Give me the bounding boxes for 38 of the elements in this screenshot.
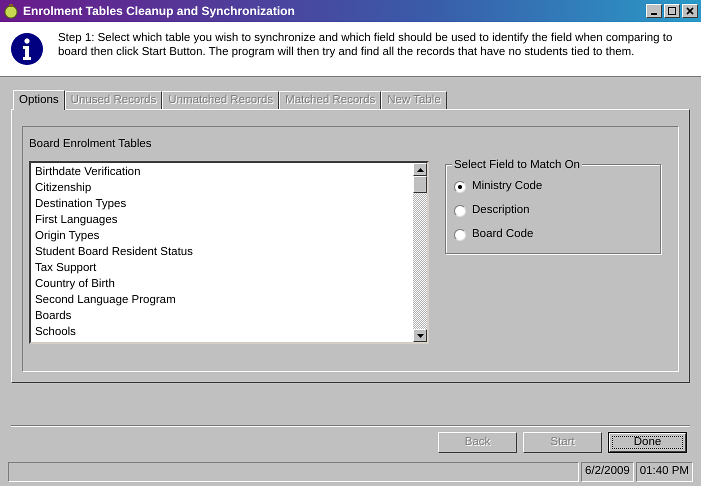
list-item[interactable]: Citizenship <box>35 180 413 196</box>
list-item[interactable]: Destination Types <box>35 196 413 212</box>
radio-option[interactable]: Board Code <box>454 227 660 243</box>
radio-button[interactable] <box>454 181 466 193</box>
list-item[interactable]: Second Language Program <box>35 292 413 308</box>
app-icon <box>3 3 19 19</box>
tab[interactable]: Options <box>13 90 65 110</box>
down-arrow-icon <box>416 334 424 338</box>
info-icon <box>10 32 44 66</box>
close-button[interactable] <box>682 4 698 18</box>
scroll-thumb[interactable] <box>413 176 427 194</box>
list-item[interactable]: Origin Types <box>35 228 413 244</box>
maximize-button[interactable] <box>664 4 680 18</box>
status-date: 6/2/2009 <box>581 462 634 482</box>
radio-button[interactable] <box>454 229 466 241</box>
dialog-button[interactable]: Done <box>608 432 687 453</box>
close-icon <box>686 7 694 15</box>
status-time: 01:40 PM <box>636 462 693 482</box>
window-title: Enrolment Tables Cleanup and Synchronization <box>23 3 296 20</box>
list-item[interactable]: Birthdate Verification <box>35 164 413 180</box>
minimize-button[interactable] <box>646 4 662 18</box>
list-item[interactable]: Boards <box>35 308 413 324</box>
instructions-text: Step 1: Select which table you wish to synchronize and which field should be used to identify the field when comparing to board then click Start Button. The program will then try and find all the records that have no students tied to them. <box>58 31 674 59</box>
maximize-icon <box>668 7 676 15</box>
scrollbar[interactable] <box>413 163 427 342</box>
radio-button[interactable] <box>454 205 466 217</box>
scroll-up-button[interactable] <box>413 163 427 176</box>
up-arrow-icon <box>416 168 424 172</box>
list-item[interactable]: Tax Support <box>35 260 413 276</box>
scroll-down-button[interactable] <box>413 329 427 342</box>
list-item[interactable]: Country of Birth <box>35 276 413 292</box>
radio-option[interactable]: Ministry Code <box>454 179 660 195</box>
list-label: Board Enrolment Tables <box>29 137 153 152</box>
radio-option[interactable]: Description <box>454 203 660 219</box>
table-list[interactable]: Birthdate Verification Citizenship Destination Types First Languages Origin Types Student Board Resident Status Tax Support Country of Birth Second Language Program Boards Schools <box>29 161 429 344</box>
list-item[interactable]: Student Board Resident Status <box>35 244 413 260</box>
list-item[interactable]: Schools <box>35 324 413 340</box>
list-item[interactable]: First Languages <box>35 212 413 228</box>
